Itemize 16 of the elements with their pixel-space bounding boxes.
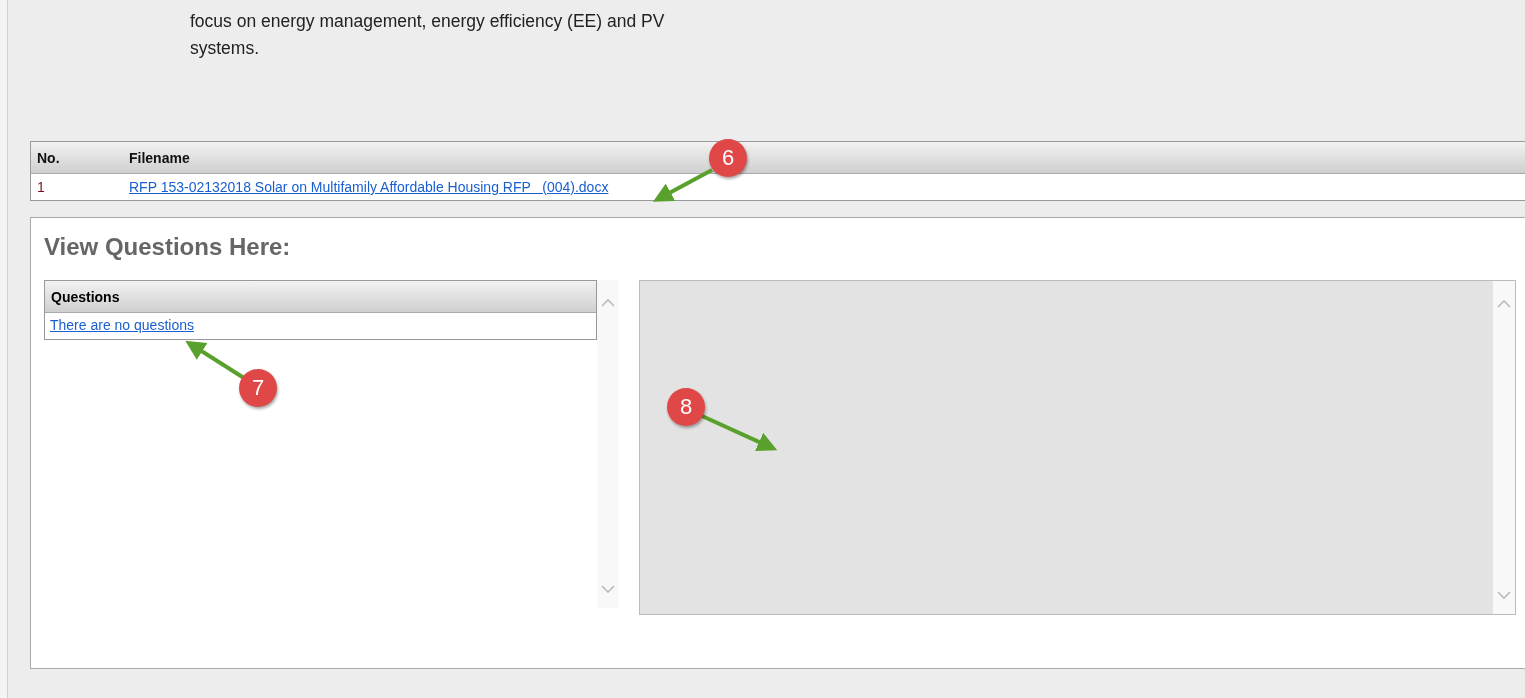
scroll-up-icon[interactable] [601, 298, 615, 307]
row-number: 1 [36, 179, 46, 195]
list-header: Questions [45, 281, 596, 313]
scroll-up-icon[interactable] [1497, 299, 1511, 308]
column-header: Filename [129, 149, 190, 166]
description-text: focus on energy management, energy efficiency (EE) and PV systems. [190, 10, 666, 60]
scroll-down-icon[interactable] [1497, 591, 1511, 600]
file-link[interactable]: RFP 153-02132018 Solar on Multifamily Affordable Housing RFP (004).docx [129, 179, 609, 195]
scrollbar[interactable] [1493, 281, 1515, 614]
annotation-arrow [652, 168, 713, 202]
scroll-down-icon[interactable] [601, 585, 615, 594]
annotation-arrow [185, 340, 246, 380]
no-questions-link[interactable]: There are no questions [50, 317, 194, 333]
scrollbar[interactable] [597, 280, 619, 608]
section-title: View Questions Here: [44, 232, 292, 262]
column-header: No. [36, 149, 61, 166]
